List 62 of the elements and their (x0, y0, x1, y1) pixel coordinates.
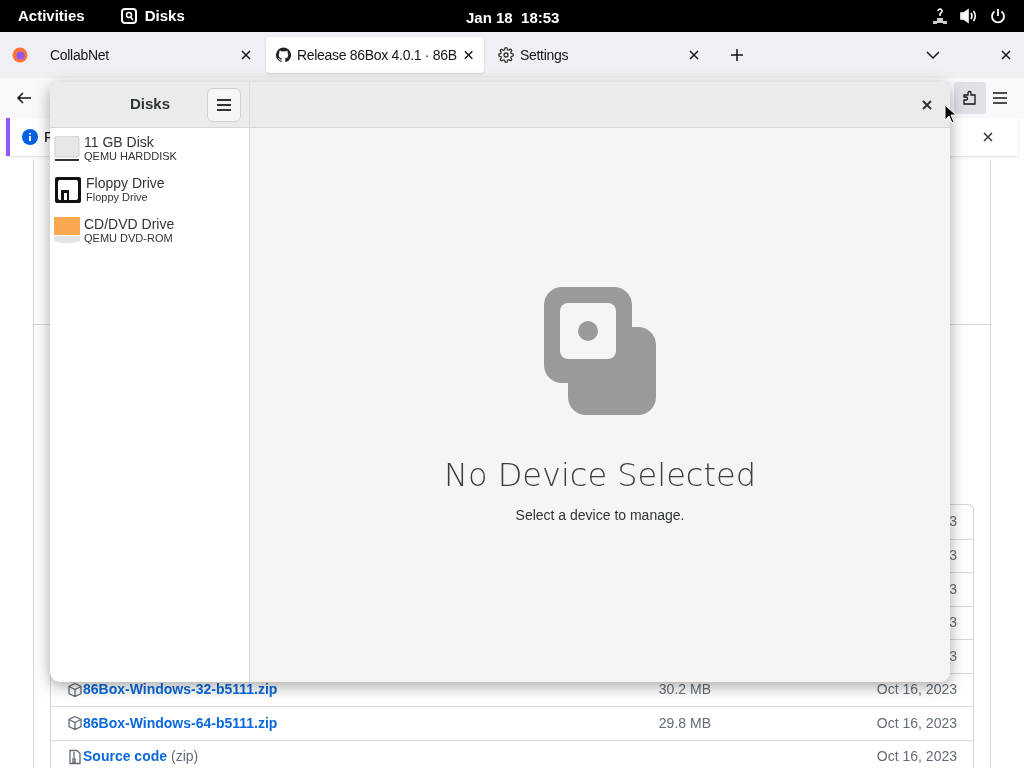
tab-title: Release 86Box 4.0.1 · 86B (296, 45, 457, 65)
asset-link[interactable]: Source code (83, 746, 168, 768)
empty-state-title: No Device Selected (444, 455, 756, 496)
network-question-icon[interactable] (932, 8, 948, 24)
package-icon (67, 681, 83, 698)
release-date: 3 (949, 546, 957, 566)
activities-button[interactable]: Activities (18, 4, 85, 28)
menu-icon (217, 98, 231, 111)
device-item[interactable]: CD/DVD Drive QEMU DVD-ROM (50, 210, 249, 251)
asset-size: 30.2 MB (658, 680, 712, 700)
menu-icon[interactable] (992, 91, 1008, 105)
close-tab-icon[interactable] (462, 49, 474, 61)
zip-file-icon (67, 748, 83, 765)
package-icon (67, 715, 83, 732)
release-date: 3 (949, 613, 957, 633)
device-model: QEMU DVD-ROM (84, 232, 174, 245)
disk-search-icon (120, 8, 137, 24)
release-date: 3 (949, 512, 957, 532)
puzzle-piece-icon (962, 90, 978, 106)
release-date: 3 (949, 646, 957, 666)
browser-tab[interactable]: CollabNet (40, 37, 262, 73)
device-name: 11 GB Disk (84, 134, 155, 151)
asset-link[interactable]: 86Box-Windows-32-b5111.zip (83, 679, 278, 701)
main-menu-button[interactable] (207, 87, 241, 122)
chevron-down-icon[interactable] (926, 50, 940, 60)
device-name: CD/DVD Drive (84, 216, 175, 233)
close-tab-icon[interactable] (688, 49, 700, 61)
asset-link[interactable]: 86Box-Windows-64-b5111.zip (83, 712, 278, 734)
hard-disk-icon (54, 135, 80, 162)
window-title: Disks (130, 94, 172, 115)
release-date: Oct 16, 2023 (876, 713, 957, 733)
browser-tab[interactable]: Settings (488, 37, 710, 73)
asset-type: (zip) (171, 747, 199, 767)
clock[interactable]: Jan 18 18:53 (466, 7, 560, 30)
tab-title: CollabNet (50, 45, 110, 65)
optical-drive-icon (54, 216, 80, 245)
volume-icon[interactable] (960, 8, 978, 24)
github-cat-icon (276, 47, 291, 63)
close-window-icon[interactable] (1000, 49, 1012, 61)
firefox-icon[interactable] (12, 47, 28, 63)
browser-tab[interactable]: Release 86Box 4.0.1 · 86B (266, 37, 484, 73)
device-item[interactable]: Floppy Drive Floppy Drive (50, 169, 249, 210)
info-icon (22, 129, 38, 145)
new-tab-icon[interactable] (730, 48, 744, 62)
empty-state-subtitle: Select a device to manage. (515, 506, 685, 525)
release-date: 3 (949, 579, 957, 599)
gear-icon (498, 47, 514, 63)
app-menu[interactable]: Disks (144, 4, 185, 28)
close-tab-icon[interactable] (240, 49, 252, 61)
device-model: Floppy Drive (86, 191, 149, 204)
close-notification-icon[interactable] (982, 131, 994, 143)
release-date: Oct 16, 2023 (876, 680, 957, 700)
device-name: Floppy Drive (86, 175, 165, 192)
back-arrow-icon[interactable] (16, 90, 32, 106)
device-item[interactable]: 11 GB Disk QEMU HARDDISK (50, 128, 249, 169)
power-icon[interactable] (990, 8, 1006, 24)
release-date: Oct 16, 2023 (876, 747, 957, 767)
device-model: QEMU HARDDISK (84, 150, 177, 163)
close-icon[interactable] (922, 99, 932, 110)
extensions-button[interactable] (954, 82, 986, 114)
tab-title: Settings (520, 45, 570, 65)
asset-size: 29.8 MB (658, 713, 712, 733)
